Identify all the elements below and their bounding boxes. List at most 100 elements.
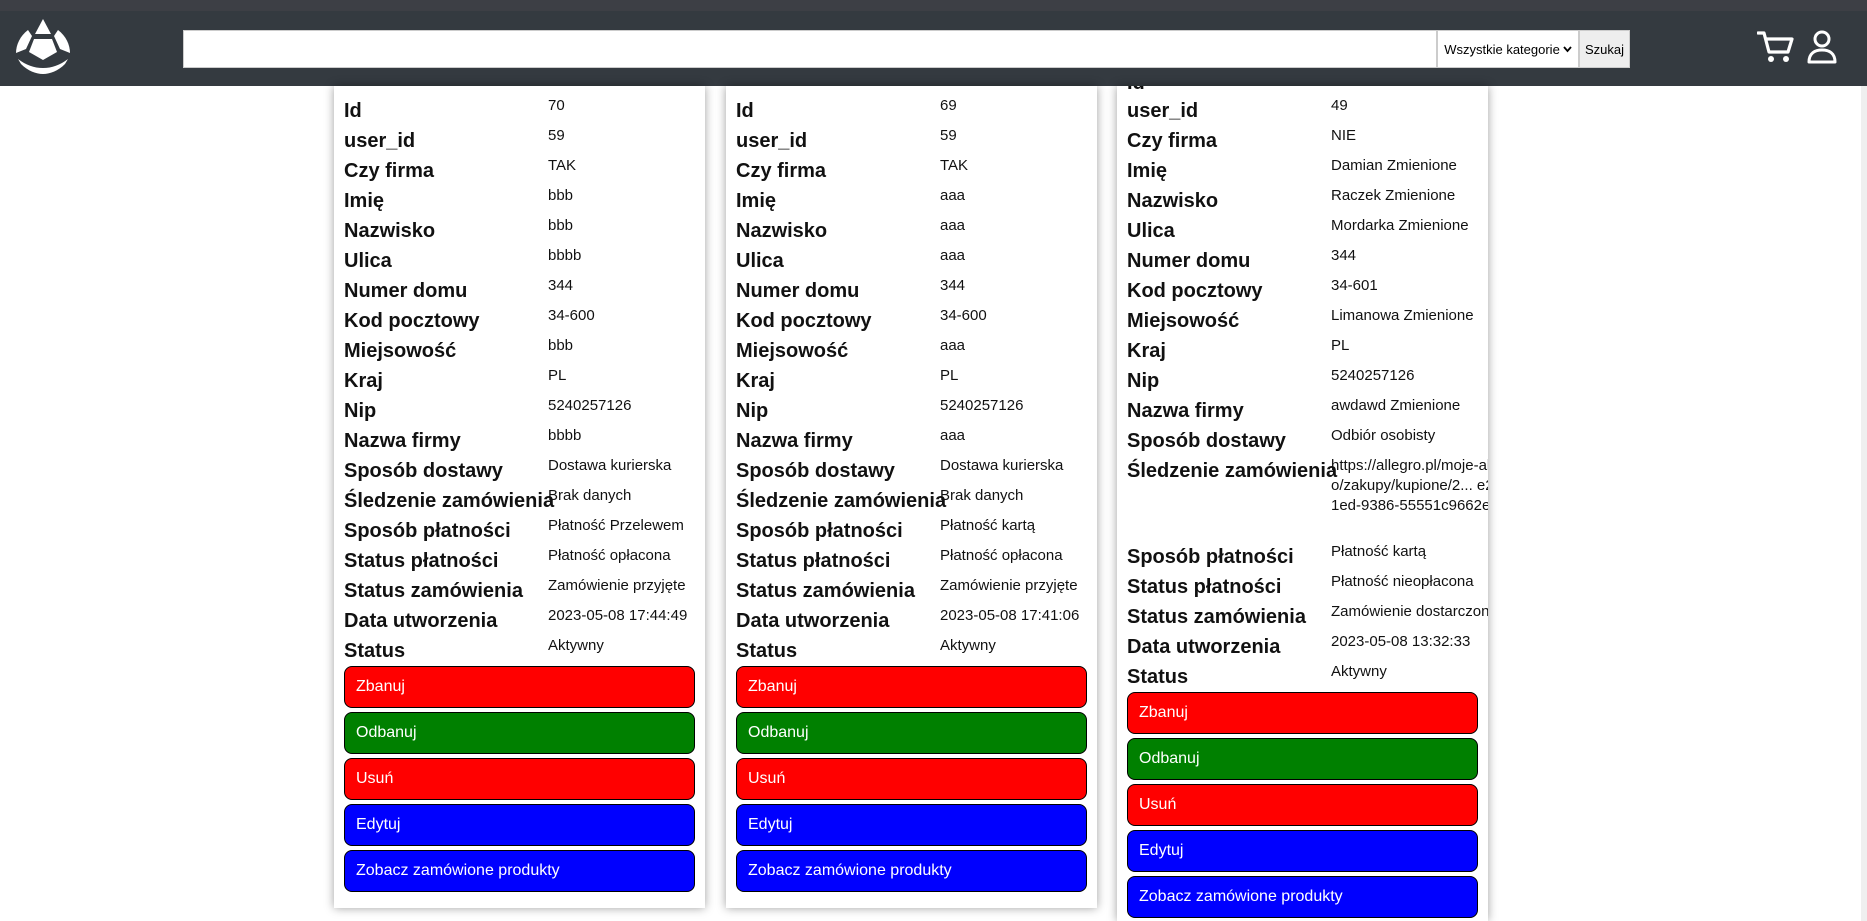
- field-label: user_id: [736, 130, 808, 152]
- field-value: Zamówienie przyjęte: [940, 577, 1078, 594]
- unban-button[interactable]: Odbanuj: [1127, 738, 1478, 780]
- field-row-sposob-dostawy: Sposób dostawy Odbiór osobisty: [1127, 426, 1478, 456]
- ban-button[interactable]: Zbanuj: [736, 666, 1087, 708]
- field-value: bbb: [548, 337, 574, 354]
- field-value: Zamówienie dostarczone: [1331, 603, 1488, 620]
- field-label: Nazwa firmy: [344, 430, 461, 452]
- search-button[interactable]: Szukaj: [1579, 30, 1630, 68]
- field-label: Numer domu: [1127, 250, 1251, 272]
- field-value: Mordarka Zmienione: [1331, 217, 1469, 234]
- field-label: Kraj: [736, 370, 775, 392]
- field-label: Data utworzenia: [1127, 636, 1281, 658]
- field-value: 59: [548, 127, 565, 144]
- view-products-button[interactable]: Zobacz zamówione produkty: [736, 850, 1087, 892]
- field-label: Data utworzenia: [736, 610, 890, 632]
- field-row-imie: Imię aaa: [736, 186, 1087, 216]
- edit-button[interactable]: Edytuj: [736, 804, 1087, 846]
- field-label: Status zamówienia: [736, 580, 915, 602]
- field-label: Miejsowość: [344, 340, 457, 362]
- field-value: 34-601: [1331, 277, 1378, 294]
- edit-button[interactable]: Edytuj: [344, 804, 695, 846]
- field-row-ulica: Ulica aaa: [736, 246, 1087, 276]
- field-row-nazwisko: Nazwisko aaa: [736, 216, 1087, 246]
- search-input[interactable]: [183, 30, 1437, 68]
- field-label: Sposób płatności: [736, 520, 903, 542]
- field-label: Nazwisko: [736, 220, 828, 242]
- field-label: Miejsowość: [1127, 310, 1240, 332]
- field-label: Sposób płatności: [1127, 546, 1294, 568]
- view-products-button[interactable]: Zobacz zamówione produkty: [1127, 876, 1478, 918]
- field-label: Imię: [344, 190, 385, 212]
- delete-button[interactable]: Usuń: [344, 758, 695, 800]
- field-row-status: Status Aktywny: [736, 636, 1087, 666]
- edit-button[interactable]: Edytuj: [1127, 830, 1478, 872]
- field-row-kraj: Kraj PL: [344, 366, 695, 396]
- field-row-data-utworzenia: Data utworzenia 2023-05-08 17:41:06: [736, 606, 1087, 636]
- field-row-czy-firma: Czy firma TAK: [344, 156, 695, 186]
- field-label: Kraj: [344, 370, 383, 392]
- field-label: Status zamówienia: [344, 580, 523, 602]
- field-row-kraj: Kraj PL: [736, 366, 1087, 396]
- field-row-numer-domu: Numer domu 344: [344, 276, 695, 306]
- field-row-status-zamowienia: Status zamówienia Zamówienie dostarczone: [1127, 602, 1488, 632]
- ban-button[interactable]: Zbanuj: [344, 666, 695, 708]
- field-value: Płatność kartą: [940, 517, 1036, 534]
- field-label: Śledzenie zamówienia: [344, 490, 555, 512]
- ban-button[interactable]: Zbanuj: [1127, 692, 1478, 734]
- user-icon[interactable]: [1806, 30, 1838, 64]
- field-value: Dostawa kurierska: [548, 457, 672, 474]
- field-label: Id: [1127, 86, 1145, 95]
- ball-logo-icon[interactable]: [12, 16, 74, 76]
- field-row-nip: Nip 5240257126: [1127, 366, 1478, 396]
- field-row-numer-domu: Numer domu 344: [1127, 246, 1478, 276]
- field-label: Sposób płatności: [344, 520, 511, 542]
- field-row-sledzenie: Śledzenie zamówienia Brak danych: [344, 486, 695, 516]
- field-label: Status płatności: [344, 550, 499, 572]
- field-value: bbb: [548, 217, 574, 234]
- field-row-sposob-dostawy: Sposób dostawy Dostawa kurierska: [344, 456, 695, 486]
- order-card: Id 70 user_id 59 Czy firma TAK Imię bbb …: [334, 86, 705, 908]
- field-value: TAK: [940, 157, 969, 174]
- field-row-ulica: Ulica bbbb: [344, 246, 695, 276]
- delete-button[interactable]: Usuń: [1127, 784, 1478, 826]
- field-value: 5240257126: [548, 397, 632, 414]
- field-label: Ulica: [1127, 220, 1175, 242]
- field-label: user_id: [1127, 100, 1199, 122]
- field-value: Odbiór osobisty: [1331, 427, 1436, 444]
- field-row-status: Status Aktywny: [1127, 662, 1478, 692]
- field-value: Aktywny: [1331, 663, 1387, 680]
- field-value: Limanowa Zmienione: [1331, 307, 1474, 324]
- field-label: Kod pocztowy: [1127, 280, 1263, 302]
- field-row-czy-firma: Czy firma TAK: [736, 156, 1087, 186]
- scrollbar-track[interactable]: [1861, 86, 1867, 921]
- field-row-ulica: Ulica Mordarka Zmienione: [1127, 216, 1478, 246]
- cart-icon[interactable]: [1757, 30, 1795, 64]
- field-row-status-zamowienia: Status zamówienia Zamówienie przyjęte: [736, 576, 1087, 606]
- field-value: 34-600: [548, 307, 595, 324]
- field-row-status-platnosci: Status płatności Płatność opłacona: [736, 546, 1087, 576]
- field-row-kod-pocztowy: Kod pocztowy 34-600: [344, 306, 695, 336]
- field-value: bbbb: [548, 247, 582, 264]
- field-value: 34-600: [940, 307, 987, 324]
- field-row-nazwa-firmy: Nazwa firmy awdawd Zmienione: [1127, 396, 1478, 426]
- category-select[interactable]: Wszystkie kategorie: [1437, 30, 1579, 68]
- order-card: Id user_id 49 Czy firma NIE Imię Damian …: [1117, 86, 1488, 921]
- tracking-link[interactable]: https://allegro.pl/moje-allegro/zakupy/k…: [1331, 456, 1488, 516]
- field-value: Płatność kartą: [1331, 543, 1427, 560]
- field-row-kod-pocztowy: Kod pocztowy 34-600: [736, 306, 1087, 336]
- field-row-nazwa-firmy: Nazwa firmy bbbb: [344, 426, 695, 456]
- unban-button[interactable]: Odbanuj: [344, 712, 695, 754]
- field-label: Czy firma: [1127, 130, 1218, 152]
- field-value: 344: [1331, 247, 1357, 264]
- field-value: awdawd Zmienione: [1331, 397, 1461, 414]
- field-value: aaa: [940, 247, 966, 264]
- field-value: Płatność opłacona: [940, 547, 1063, 564]
- unban-button[interactable]: Odbanuj: [736, 712, 1087, 754]
- field-label: Numer domu: [344, 280, 468, 302]
- field-value: Brak danych: [548, 487, 632, 504]
- field-label: Status: [736, 640, 798, 662]
- view-products-button[interactable]: Zobacz zamówione produkty: [344, 850, 695, 892]
- delete-button[interactable]: Usuń: [736, 758, 1087, 800]
- field-value: 5240257126: [940, 397, 1024, 414]
- field-row-status: Status Aktywny: [344, 636, 695, 666]
